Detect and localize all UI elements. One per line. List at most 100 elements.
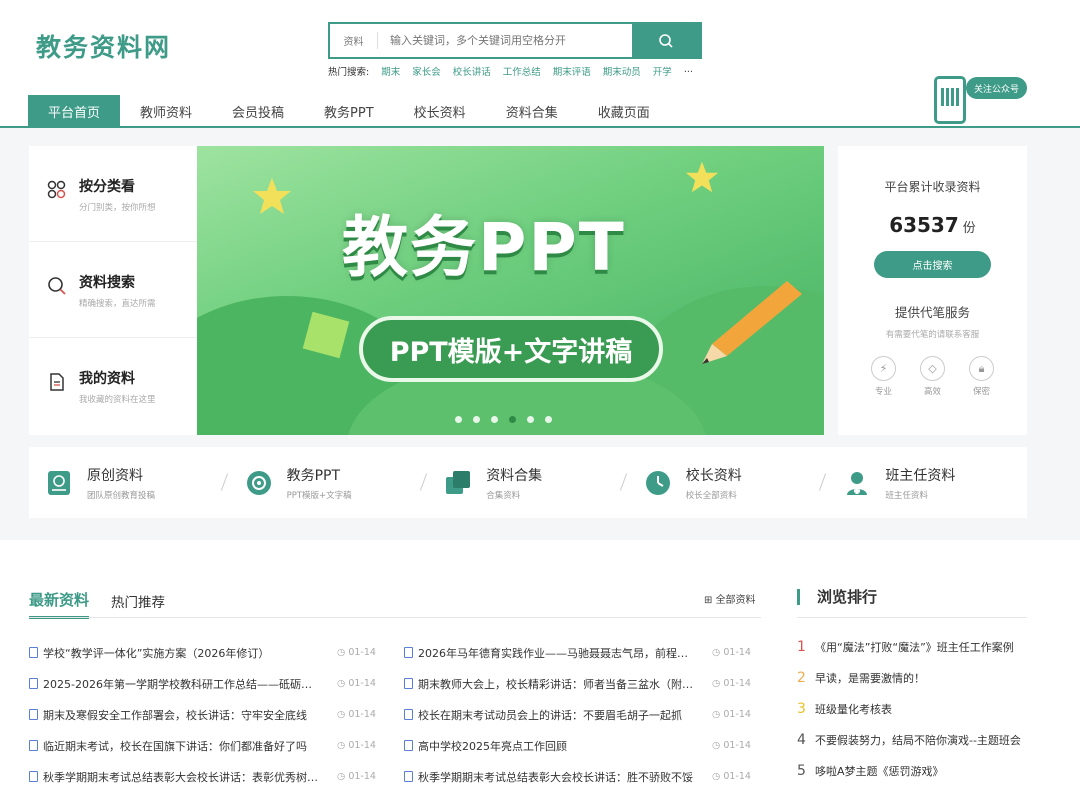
site-logo[interactable]: 教务资料网 bbox=[36, 28, 171, 64]
diamond-icon: ◇ bbox=[920, 356, 945, 381]
news-item[interactable]: 秋季学期期末考试总结表彰大会校长讲话：胜不骄败不馁 ◷ 01-14 bbox=[404, 761, 760, 785]
feature-label: 专业 bbox=[874, 387, 892, 397]
news-date-text: 01-14 bbox=[723, 771, 751, 782]
category-title: 班主任资料 bbox=[885, 467, 956, 484]
news-item[interactable]: 2025-2026年第一学期学校教科研工作总结——砥砺奋进 ◷ 01-14 bbox=[29, 668, 385, 699]
news-item[interactable]: 临近期末考试，校长在国旗下讲话：你们都准备好了吗 ◷ 01-14 bbox=[29, 730, 385, 761]
ranking-title: 浏览排行 bbox=[797, 589, 877, 605]
click-search-button[interactable]: 点击搜索 bbox=[874, 251, 991, 278]
rank-number: 2 bbox=[797, 669, 806, 686]
category-headteacher[interactable]: 班主任资料 班主任资料 bbox=[827, 447, 1027, 518]
nav-favorites[interactable]: 收藏页面 bbox=[578, 95, 670, 127]
feature-efficient: ◇ 高效 bbox=[920, 356, 945, 397]
nav-home[interactable]: 平台首页 bbox=[28, 95, 121, 127]
carousel-dot[interactable] bbox=[473, 416, 480, 423]
lightning-icon: ⚡ bbox=[871, 356, 896, 381]
carousel-dot[interactable] bbox=[455, 416, 462, 423]
feature-professional: ⚡ 专业 bbox=[871, 356, 896, 397]
nurse-icon bbox=[847, 471, 868, 495]
carousel-dot[interactable] bbox=[545, 416, 552, 423]
category-sub: 校长全部资料 bbox=[685, 490, 737, 501]
carousel-dot[interactable] bbox=[491, 416, 498, 423]
quick-link-search[interactable]: 资料搜索 精确搜索，直达所需 bbox=[29, 242, 197, 338]
ranking-item[interactable]: 1 《用“魔法”打败“魔法”》班主任工作案例 bbox=[797, 631, 1029, 662]
hot-keyword[interactable]: 工作总结 bbox=[503, 64, 541, 78]
hot-keyword[interactable]: 开学 bbox=[653, 64, 672, 78]
category-ppt[interactable]: 教务PPT PPT模版+文字稿 bbox=[229, 447, 429, 518]
category-principal[interactable]: 校长资料 校长全部资料 bbox=[628, 447, 828, 518]
news-item[interactable]: 学校“教学评一体化”实施方案（2026年修订） ◷ 01-14 bbox=[29, 637, 385, 668]
search-box: 资料 bbox=[328, 22, 702, 59]
category-title: 资料合集 bbox=[486, 467, 543, 484]
phone-qr-icon bbox=[934, 76, 966, 124]
news-item[interactable]: 期末教师大会上，校长精彩讲话：师者当备三盆水（附全文） ◷ 01-14 bbox=[404, 668, 760, 699]
stats-number: 63537 bbox=[889, 213, 959, 237]
news-item[interactable]: 校长在期末考试动员会上的讲话：不要眉毛胡子一起抓 ◷ 01-14 bbox=[404, 699, 760, 730]
news-item[interactable]: 秋季学期期末考试总结表彰大会校长讲话：表彰优秀树榜样 ◷ 01-14 bbox=[29, 761, 385, 785]
news-date-text: 01-14 bbox=[348, 647, 376, 658]
search-category[interactable]: 资料 bbox=[330, 32, 378, 49]
category-sub: PPT模版+文字稿 bbox=[286, 490, 352, 501]
document-icon bbox=[29, 709, 38, 720]
document-icon bbox=[404, 740, 413, 751]
rank-number: 3 bbox=[797, 700, 806, 717]
news-title: 秋季学期期末考试总结表彰大会校长讲话：胜不骄败不馁 bbox=[418, 770, 693, 784]
rank-number: 4 bbox=[797, 731, 806, 748]
news-date-text: 01-14 bbox=[723, 709, 751, 720]
document-icon bbox=[29, 678, 38, 689]
ranking-item[interactable]: 5 哆啦A梦主题《惩罚游戏》 bbox=[797, 755, 1029, 785]
main-nav: 平台首页 教师资料 会员投稿 教务PPT 校长资料 资料合集 收藏页面 bbox=[28, 95, 670, 127]
hot-keyword[interactable]: 期末动员 bbox=[603, 64, 641, 78]
nav-ppt[interactable]: 教务PPT bbox=[304, 95, 394, 127]
document-icon bbox=[50, 373, 64, 391]
category-original[interactable]: 原创资料 团队原创教育投稿 bbox=[29, 447, 229, 518]
carousel-dot-active[interactable] bbox=[509, 416, 516, 423]
feature-label: 保密 bbox=[972, 387, 990, 397]
ranking-item[interactable]: 3 班级量化考核表 bbox=[797, 693, 1029, 724]
news-title: 校长在期末考试动员会上的讲话：不要眉毛胡子一起抓 bbox=[418, 708, 682, 722]
grid-icon: ⊞ bbox=[704, 595, 716, 606]
rank-title: 早读，是需要激情的！ bbox=[815, 671, 925, 685]
quick-link-category[interactable]: 按分类看 分门别类，按你所想 bbox=[29, 146, 197, 242]
stats-count: 63537 份 bbox=[838, 213, 1027, 237]
hot-keyword[interactable]: 期末评语 bbox=[553, 64, 591, 78]
ranking-item[interactable]: 2 早读，是需要激情的！ bbox=[797, 662, 1029, 693]
hot-more[interactable]: ... bbox=[684, 64, 693, 78]
hot-keyword[interactable]: 期末 bbox=[381, 64, 400, 78]
tab-hot[interactable]: 热门推荐 bbox=[111, 591, 165, 619]
news-title: 期末教师大会上，校长精彩讲话：师者当备三盆水（附全文） bbox=[418, 677, 712, 691]
all-materials-link[interactable]: ⊞ 全部资料 bbox=[704, 591, 756, 606]
hot-keyword[interactable]: 校长讲话 bbox=[453, 64, 491, 78]
tab-divider bbox=[29, 617, 761, 618]
news-date: ◷ 01-14 bbox=[337, 709, 376, 720]
news-date: ◷ 01-14 bbox=[337, 771, 376, 782]
quick-link-mine[interactable]: 我的资料 我收藏的资料在这里 bbox=[29, 338, 197, 434]
nav-principal[interactable]: 校长资料 bbox=[394, 95, 486, 127]
quick-link-sub: 分门别类，按你所想 bbox=[79, 203, 156, 213]
news-item[interactable]: 2026年马年德育实践作业——马驰聂聂志气昂，前程似锦 ◷ 01-14 bbox=[404, 637, 760, 668]
carousel-dot[interactable] bbox=[527, 416, 534, 423]
search-input[interactable] bbox=[378, 24, 632, 57]
news-item[interactable]: 期末及寒假安全工作部署会，校长讲话：守牢安全底线 ◷ 01-14 bbox=[29, 699, 385, 730]
category-sub: 合集资料 bbox=[486, 490, 521, 501]
search-icon bbox=[659, 33, 673, 48]
nav-teacher[interactable]: 教师资料 bbox=[120, 95, 212, 127]
ranking-item[interactable]: 4 不要假装努力，结局不陪你演戏--主题班会 bbox=[797, 724, 1029, 755]
star-icon bbox=[253, 178, 291, 214]
nav-collection[interactable]: 资料合集 bbox=[486, 95, 578, 127]
tab-latest[interactable]: 最新资料 bbox=[29, 589, 90, 619]
nav-submit[interactable]: 会员投稿 bbox=[212, 95, 304, 127]
service-features: ⚡ 专业 ◇ 高效 🔒︎ 保密 bbox=[838, 356, 1027, 397]
category-sub: 团队原创教育投稿 bbox=[87, 490, 156, 501]
follow-account-button[interactable]: 关注公众号 bbox=[966, 77, 1027, 99]
news-title: 高中学校2025年亮点工作回顾 bbox=[418, 739, 567, 753]
search-button[interactable] bbox=[632, 24, 700, 57]
feature-label: 高效 bbox=[923, 387, 941, 397]
hot-keyword[interactable]: 家长会 bbox=[412, 64, 441, 78]
news-item[interactable]: 高中学校2025年亮点工作回顾 ◷ 01-14 bbox=[404, 730, 760, 761]
divider bbox=[819, 473, 827, 491]
book-icon bbox=[48, 470, 70, 495]
hero-banner[interactable]: 教务PPT PPT模版+文字讲稿 bbox=[197, 146, 824, 435]
news-tabs: 最新资料 热门推荐 bbox=[29, 589, 165, 619]
category-collection[interactable]: 资料合集 合集资料 bbox=[428, 447, 628, 518]
